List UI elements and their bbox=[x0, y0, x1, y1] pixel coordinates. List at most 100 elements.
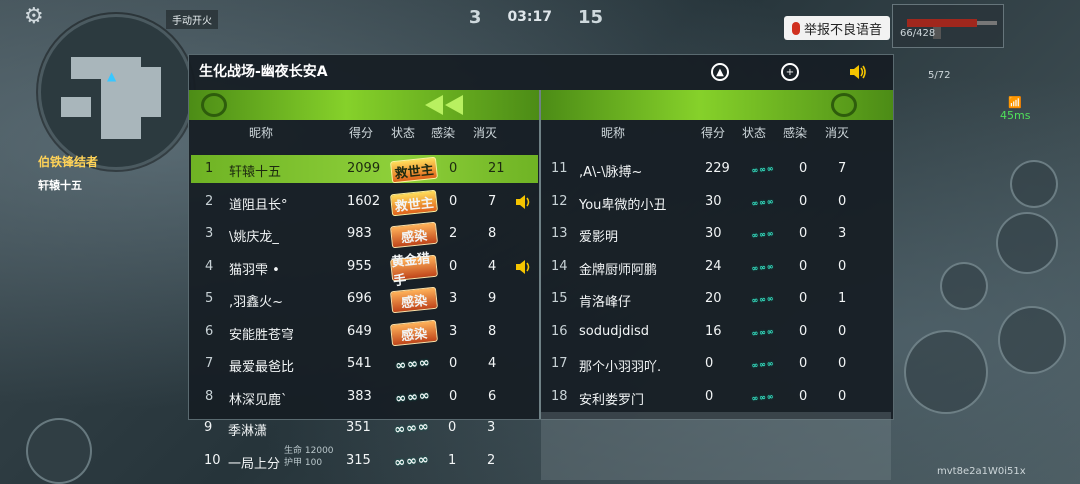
header-name: 昵称 bbox=[601, 126, 626, 140]
scoreboard-row[interactable]: 2 道阻且长° 1602 0 7 救世主 bbox=[191, 188, 538, 216]
rank-number: 1 bbox=[205, 161, 214, 176]
status-badge-text: 感染 bbox=[400, 293, 428, 311]
status-badge: ∞∞∞ bbox=[751, 325, 775, 338]
infect-count: 0 bbox=[448, 420, 457, 435]
scoreboard-row[interactable]: 11 ,A\-\脉搏~ 229 0 7 ∞∞∞ bbox=[541, 155, 891, 183]
chevron-left-icon bbox=[425, 95, 443, 115]
minimap: ▲ bbox=[38, 14, 194, 170]
rifle-icon bbox=[907, 19, 997, 39]
scoreboard-row[interactable]: 1 轩辕十五 2099 0 21 救世主 bbox=[191, 155, 538, 184]
player-score: 30 bbox=[705, 226, 722, 241]
scoreboard-row[interactable]: 4 猫羽雫 • 955 0 4 黄金猎手 bbox=[191, 251, 538, 289]
player-score: 24 bbox=[705, 258, 722, 274]
biohazard-icon bbox=[201, 93, 227, 117]
scoreboard-row[interactable]: 7 最爱最爸比 541 0 4 ∞∞∞ bbox=[191, 350, 538, 378]
status-badge: ∞∞∞ bbox=[751, 195, 775, 208]
infect-count: 0 bbox=[799, 388, 808, 404]
move-joystick[interactable] bbox=[26, 418, 92, 484]
kill-count: 0 bbox=[838, 356, 847, 371]
player-name: 季淋潇 bbox=[228, 424, 268, 439]
fire-button[interactable] bbox=[904, 330, 988, 414]
add-friend-icon[interactable]: + bbox=[781, 63, 799, 81]
player-score: 1602 bbox=[347, 193, 381, 209]
infect-count: 2 bbox=[449, 226, 458, 241]
header-kill: 消灭 bbox=[825, 126, 850, 140]
jump-button[interactable] bbox=[998, 306, 1066, 374]
player-score: 983 bbox=[347, 226, 372, 241]
kill-count: 21 bbox=[488, 161, 505, 176]
scoreboard-row[interactable]: 14 金牌厨师阿鹏 24 0 0 ∞∞∞ bbox=[541, 253, 891, 281]
kill-count: 0 bbox=[838, 388, 847, 404]
status-badge-text: 救世主 bbox=[394, 194, 435, 214]
scoreboard-row[interactable]: 15 肯洛峰仔 20 0 1 ∞∞∞ bbox=[541, 285, 891, 313]
player-name: 猫羽雫 • bbox=[229, 262, 280, 278]
scoreboard-row[interactable]: 5 ,羽鑫火~ 696 3 9 感染 bbox=[191, 285, 538, 314]
rank-number: 8 bbox=[205, 388, 214, 404]
scoreboard-row[interactable]: 12 You卑微的小丑 30 0 0 ∞∞∞ bbox=[541, 188, 891, 216]
speaker-icon[interactable] bbox=[515, 194, 531, 210]
ammo-secondary: 5/72 bbox=[928, 70, 951, 81]
rank-number: 15 bbox=[551, 291, 568, 306]
weapon-panel[interactable] bbox=[892, 4, 1004, 48]
gear-icon[interactable]: ⚙ bbox=[24, 4, 44, 29]
kill-count: 0 bbox=[838, 323, 847, 339]
player-score: 955 bbox=[347, 258, 372, 274]
header-name: 昵称 bbox=[249, 126, 274, 140]
reload-button[interactable] bbox=[940, 262, 988, 310]
speaker-icon[interactable] bbox=[515, 259, 531, 275]
match-timer: 03:17 bbox=[507, 9, 553, 25]
scoreboard-row[interactable]: 18 安利娄罗门 0 0 0 ∞∞∞ bbox=[541, 383, 891, 411]
left-kill-feed: 伯铁锋结者 轩辕十五 bbox=[38, 150, 98, 198]
map-title: 生化战场-幽夜长安A bbox=[199, 64, 328, 80]
feed-name: 伯铁锋结者 bbox=[38, 155, 99, 169]
infect-count: 0 bbox=[449, 258, 458, 274]
player-score: 0 bbox=[705, 388, 714, 404]
status-badge: ∞∞∞ bbox=[389, 416, 435, 440]
rank-number: 4 bbox=[205, 258, 214, 274]
player-name: 安能胜苍穹 bbox=[229, 327, 295, 343]
rank-number: 12 bbox=[551, 193, 568, 209]
player-name: 那个小羽羽吖. bbox=[579, 360, 662, 375]
infect-count: 0 bbox=[799, 193, 808, 209]
kill-count: 0 bbox=[838, 193, 847, 209]
player-name: 爱影明 bbox=[579, 230, 619, 245]
header-status: 状态 bbox=[742, 126, 767, 140]
score-right: 15 bbox=[578, 6, 604, 28]
status-badge-text: ∞∞∞ bbox=[393, 418, 431, 438]
header-status: 状态 bbox=[391, 126, 416, 140]
status-badge-text: 感染 bbox=[400, 228, 428, 246]
scoreboard-row[interactable]: 13 爱影明 30 0 3 ∞∞∞ bbox=[541, 220, 891, 248]
scoreline: 3 03:17 15 bbox=[416, 2, 656, 32]
kill-count: 3 bbox=[487, 420, 496, 435]
header-kill: 消灭 bbox=[473, 126, 498, 140]
infect-count: 3 bbox=[449, 323, 458, 339]
player-name: 安利娄罗门 bbox=[579, 392, 645, 408]
scoreboard-row[interactable]: 3 \姚庆龙_ 983 2 8 感染 bbox=[191, 220, 538, 249]
scoreboard-row[interactable]: 17 那个小羽羽吖. 0 0 0 ∞∞∞ bbox=[541, 350, 891, 378]
kill-count: 7 bbox=[838, 161, 847, 176]
crouch-button[interactable] bbox=[996, 212, 1058, 274]
infect-count: 0 bbox=[799, 161, 808, 176]
kill-count: 9 bbox=[488, 291, 497, 306]
scoreboard-row[interactable]: 10 一局上分 315 1 2 ∞∞∞ bbox=[190, 447, 537, 475]
player-score: 2099 bbox=[347, 161, 381, 176]
infect-count: 3 bbox=[449, 291, 458, 306]
scoreboard-row[interactable]: 8 林深见鹿` 383 0 6 ∞∞∞ bbox=[191, 383, 538, 411]
scoreboard-row[interactable]: 16 sodudjdisd 16 0 0 ∞∞∞ bbox=[541, 318, 891, 346]
player-score: 30 bbox=[705, 193, 722, 209]
player-name: 道阻且长° bbox=[229, 197, 288, 213]
scoreboard-row[interactable]: 9 季淋潇 351 0 3 ∞∞∞ bbox=[190, 414, 537, 442]
kill-count: 4 bbox=[488, 356, 497, 371]
grenade-button[interactable] bbox=[1010, 160, 1058, 208]
header-score: 得分 bbox=[701, 126, 726, 140]
speaker-icon[interactable] bbox=[849, 64, 867, 80]
auto-fire-toggle[interactable]: 手动开火 bbox=[166, 10, 218, 29]
kill-count: 7 bbox=[488, 193, 497, 209]
scoreboard-row[interactable]: 6 安能胜苍穹 649 3 8 感染 bbox=[191, 318, 538, 346]
player-name: 最爱最爸比 bbox=[229, 360, 295, 375]
report-voice-button[interactable]: 举报不良语音 bbox=[784, 16, 890, 40]
status-badge: 黄金猎手 bbox=[389, 251, 439, 289]
team-icon[interactable]: ▲ bbox=[711, 63, 729, 81]
player-name: 肯洛峰仔 bbox=[579, 295, 632, 310]
status-badge: 救世主 bbox=[389, 189, 439, 216]
